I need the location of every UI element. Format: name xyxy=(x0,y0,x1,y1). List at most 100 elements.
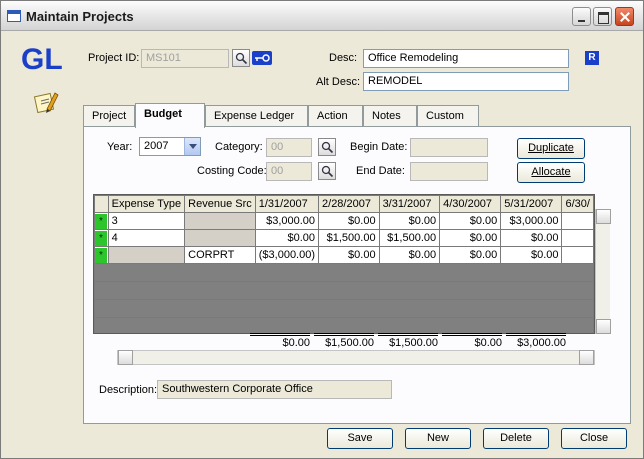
costing-code-field: 00 xyxy=(266,162,312,181)
grid-cell[interactable] xyxy=(184,212,256,230)
chevron-down-icon[interactable] xyxy=(184,138,200,155)
magnifier-icon xyxy=(321,141,334,154)
total-cell: $0.00 xyxy=(250,333,310,349)
table-row[interactable]: * CORPRT ($3,000.00) $0.00 $0.00 $0.00 $… xyxy=(94,246,594,264)
column-header[interactable]: Expense Type xyxy=(107,195,186,213)
grid-cell[interactable]: $0.00 xyxy=(378,212,441,230)
grid-header-row: Expense Type Revenue Src 1/31/2007 2/28/… xyxy=(94,195,594,213)
project-id-field: MS101 xyxy=(141,49,229,68)
column-header[interactable]: Revenue Src xyxy=(184,195,256,213)
grid-cell[interactable] xyxy=(107,246,186,264)
desc-field[interactable]: Office Remodeling xyxy=(363,49,569,68)
grid-cell[interactable]: $3,000.00 xyxy=(254,212,320,230)
tab-custom[interactable]: Custom xyxy=(417,105,479,127)
save-button[interactable]: Save xyxy=(327,428,393,449)
column-header[interactable]: 6/30/ xyxy=(561,195,594,213)
tab-expense-ledger[interactable]: Expense Ledger xyxy=(205,105,308,127)
tab-project[interactable]: Project xyxy=(83,105,135,127)
project-id-lookup-button[interactable] xyxy=(232,49,250,67)
category-lookup-button[interactable] xyxy=(318,138,336,156)
scroll-up-icon[interactable] xyxy=(596,209,611,224)
row-selector[interactable]: * xyxy=(94,229,109,247)
total-cell: $0.00 xyxy=(442,333,502,349)
tab-action[interactable]: Action xyxy=(308,105,363,127)
scroll-down-icon[interactable] xyxy=(596,319,611,334)
grid-cell[interactable]: $1,500.00 xyxy=(318,229,380,247)
budget-grid[interactable]: Expense Type Revenue Src 1/31/2007 2/28/… xyxy=(93,194,595,334)
window-title: Maintain Projects xyxy=(26,9,134,24)
grid-cell[interactable] xyxy=(561,246,594,264)
costing-code-label: Costing Code: xyxy=(197,165,267,177)
allocate-button[interactable]: Allocate xyxy=(517,162,585,183)
table-row[interactable]: * 4 $0.00 $1,500.00 $1,500.00 $0.00 $0.0… xyxy=(94,229,594,247)
grid-cell[interactable]: $3,000.00 xyxy=(500,212,563,230)
grid-cell[interactable] xyxy=(561,229,594,247)
category-field: 00 xyxy=(266,138,312,157)
column-header[interactable]: 2/28/2007 xyxy=(318,195,380,213)
row-marker: * xyxy=(95,247,107,263)
alt-desc-label: Alt Desc: xyxy=(316,76,361,88)
year-select[interactable]: 2007 xyxy=(139,137,201,156)
grid-cell[interactable]: $0.00 xyxy=(500,246,563,264)
grid-cell[interactable] xyxy=(561,212,594,230)
begin-date-field xyxy=(410,138,488,157)
scroll-right-icon[interactable] xyxy=(579,350,594,365)
empty-row xyxy=(94,263,594,282)
grid-cell[interactable]: $0.00 xyxy=(500,229,563,247)
row-marker: * xyxy=(95,230,107,246)
grid-cell[interactable]: $1,500.00 xyxy=(378,229,441,247)
grid-cell[interactable] xyxy=(184,229,256,247)
grid-cell[interactable]: CORPRT xyxy=(184,246,256,264)
close-button[interactable]: Close xyxy=(561,428,627,449)
grid-horizontal-scrollbar[interactable] xyxy=(117,350,595,365)
tab-notes[interactable]: Notes xyxy=(363,105,417,127)
column-header[interactable]: 4/30/2007 xyxy=(439,195,502,213)
duplicate-button[interactable]: Duplicate xyxy=(517,138,585,159)
row-selector[interactable]: * xyxy=(94,246,109,264)
column-header[interactable]: 1/31/2007 xyxy=(254,195,320,213)
end-date-field xyxy=(410,162,488,181)
costing-code-lookup-button[interactable] xyxy=(318,162,336,180)
description-label: Description: xyxy=(99,384,158,396)
total-cell: $3,000.00 xyxy=(506,333,566,349)
maximize-button[interactable] xyxy=(593,7,612,26)
end-date-label: End Date: xyxy=(356,165,405,177)
grid-cell[interactable]: $0.00 xyxy=(378,246,441,264)
maintain-projects-window: Maintain Projects GL Project ID: MS101 D… xyxy=(0,0,644,459)
row-selector[interactable]: * xyxy=(94,212,109,230)
title-bar[interactable]: Maintain Projects xyxy=(1,1,643,31)
column-header[interactable]: 5/31/2007 xyxy=(500,195,563,213)
grid-cell[interactable]: 3 xyxy=(107,212,186,230)
year-label: Year: xyxy=(107,141,133,153)
tab-budget[interactable]: Budget xyxy=(135,103,205,128)
key-icon[interactable] xyxy=(252,51,272,65)
delete-button[interactable]: Delete xyxy=(483,428,549,449)
window-app-icon xyxy=(7,10,21,22)
grid-cell[interactable]: $0.00 xyxy=(254,229,320,247)
row-selector-header xyxy=(94,195,109,213)
column-header[interactable]: 3/31/2007 xyxy=(378,195,441,213)
grid-vertical-scrollbar[interactable] xyxy=(595,209,611,334)
minimize-button[interactable] xyxy=(572,7,591,26)
total-cell: $1,500.00 xyxy=(314,333,374,349)
pencil-note-icon xyxy=(33,92,59,114)
r-badge-button[interactable]: R xyxy=(585,51,599,65)
grid-cell[interactable]: $0.00 xyxy=(439,246,502,264)
total-cell: $1,500.00 xyxy=(378,333,438,349)
grid-cell[interactable]: $0.00 xyxy=(439,212,502,230)
magnifier-icon xyxy=(235,52,248,65)
alt-desc-field[interactable]: REMODEL xyxy=(363,72,569,91)
begin-date-label: Begin Date: xyxy=(350,141,408,153)
category-label: Category: xyxy=(215,141,263,153)
empty-row xyxy=(94,299,594,318)
gl-logo: GL xyxy=(21,43,63,76)
grid-cell[interactable]: $0.00 xyxy=(318,212,380,230)
grid-cell[interactable]: 4 xyxy=(107,229,186,247)
scroll-left-icon[interactable] xyxy=(118,350,133,365)
new-button[interactable]: New xyxy=(405,428,471,449)
table-row[interactable]: * 3 $3,000.00 $0.00 $0.00 $0.00 $3,000.0… xyxy=(94,212,594,230)
grid-cell[interactable]: $0.00 xyxy=(439,229,502,247)
grid-cell[interactable]: $0.00 xyxy=(318,246,380,264)
close-window-button[interactable] xyxy=(615,7,634,26)
grid-cell[interactable]: ($3,000.00) xyxy=(254,246,320,264)
